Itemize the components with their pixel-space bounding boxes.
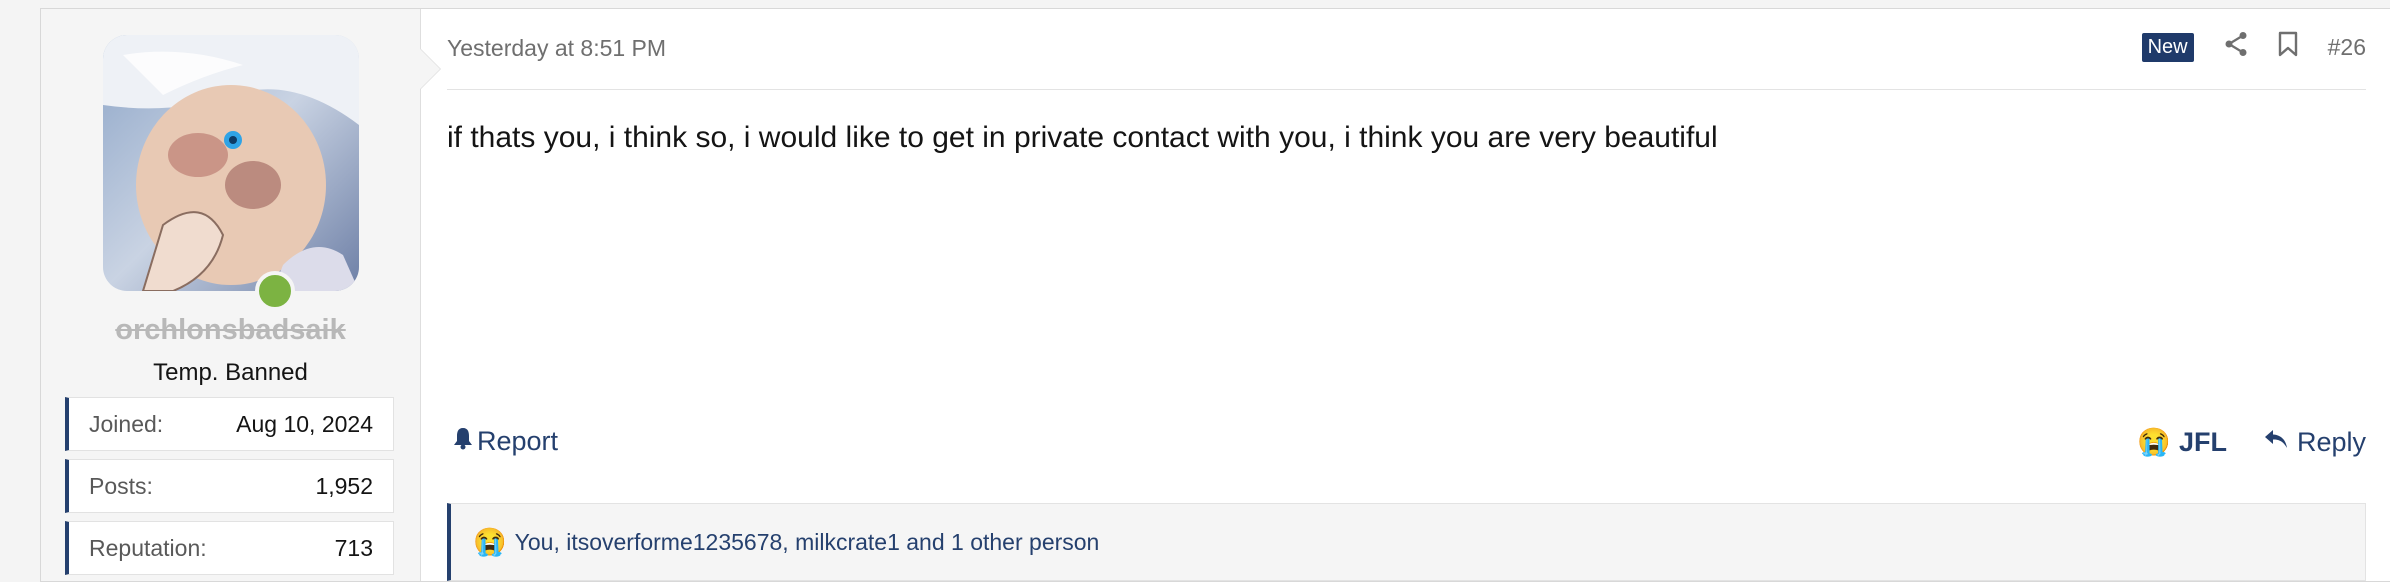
crying-laughing-icon: 😭: [2137, 427, 2171, 457]
new-badge: New: [2141, 32, 2194, 62]
stat-value: 713: [334, 534, 373, 561]
post-main: Yesterday at 8:51 PM New #26 if thats yo…: [447, 9, 2366, 581]
bookmark-icon[interactable]: [2278, 31, 2298, 63]
jfl-label: JFL: [2178, 426, 2227, 457]
online-status-icon: [255, 271, 295, 311]
report-label: Report: [477, 426, 559, 456]
post-message: if thats you, i think so, i would like t…: [447, 121, 1718, 154]
share-icon[interactable]: [2224, 31, 2248, 63]
avatar[interactable]: [103, 35, 359, 291]
stat-reputation: Reputation: 713: [65, 521, 394, 575]
user-cell: orchlonsbadsaik Temp. Banned Joined: Aug…: [41, 9, 441, 581]
reply-button[interactable]: Reply: [2263, 427, 2366, 458]
stat-value: Aug 10, 2024: [236, 410, 373, 437]
bell-icon: [453, 426, 473, 457]
reply-icon: [2263, 427, 2289, 458]
post-container: orchlonsbadsaik Temp. Banned Joined: Aug…: [40, 8, 2390, 582]
post-actions-right: 😭 JFL Reply: [2137, 426, 2366, 458]
report-button[interactable]: Report: [453, 426, 558, 457]
post-header-actions: New #26: [2141, 31, 2366, 63]
stat-value: 1,952: [315, 472, 373, 499]
reactions-list[interactable]: You, itsoverforme1235678, milkcrate1 and…: [515, 529, 1100, 556]
user-title: Temp. Banned: [153, 359, 308, 386]
username[interactable]: orchlonsbadsaik: [41, 314, 420, 347]
stat-posts: Posts: 1,952: [65, 459, 394, 513]
header-divider: [447, 89, 2366, 90]
user-cell-arrow: [420, 49, 440, 89]
stat-joined: Joined: Aug 10, 2024: [65, 397, 394, 451]
post-number[interactable]: #26: [2328, 34, 2366, 61]
reactions-bar[interactable]: 😭 You, itsoverforme1235678, milkcrate1 a…: [447, 503, 2366, 581]
post-date[interactable]: Yesterday at 8:51 PM: [447, 35, 666, 62]
stat-label: Posts:: [89, 472, 153, 499]
crying-laughing-icon: 😭: [473, 527, 507, 557]
stat-label: Joined:: [89, 410, 164, 437]
jfl-reaction-button[interactable]: 😭 JFL: [2137, 426, 2227, 458]
stat-label: Reputation:: [89, 534, 207, 561]
reply-label: Reply: [2296, 426, 2366, 457]
